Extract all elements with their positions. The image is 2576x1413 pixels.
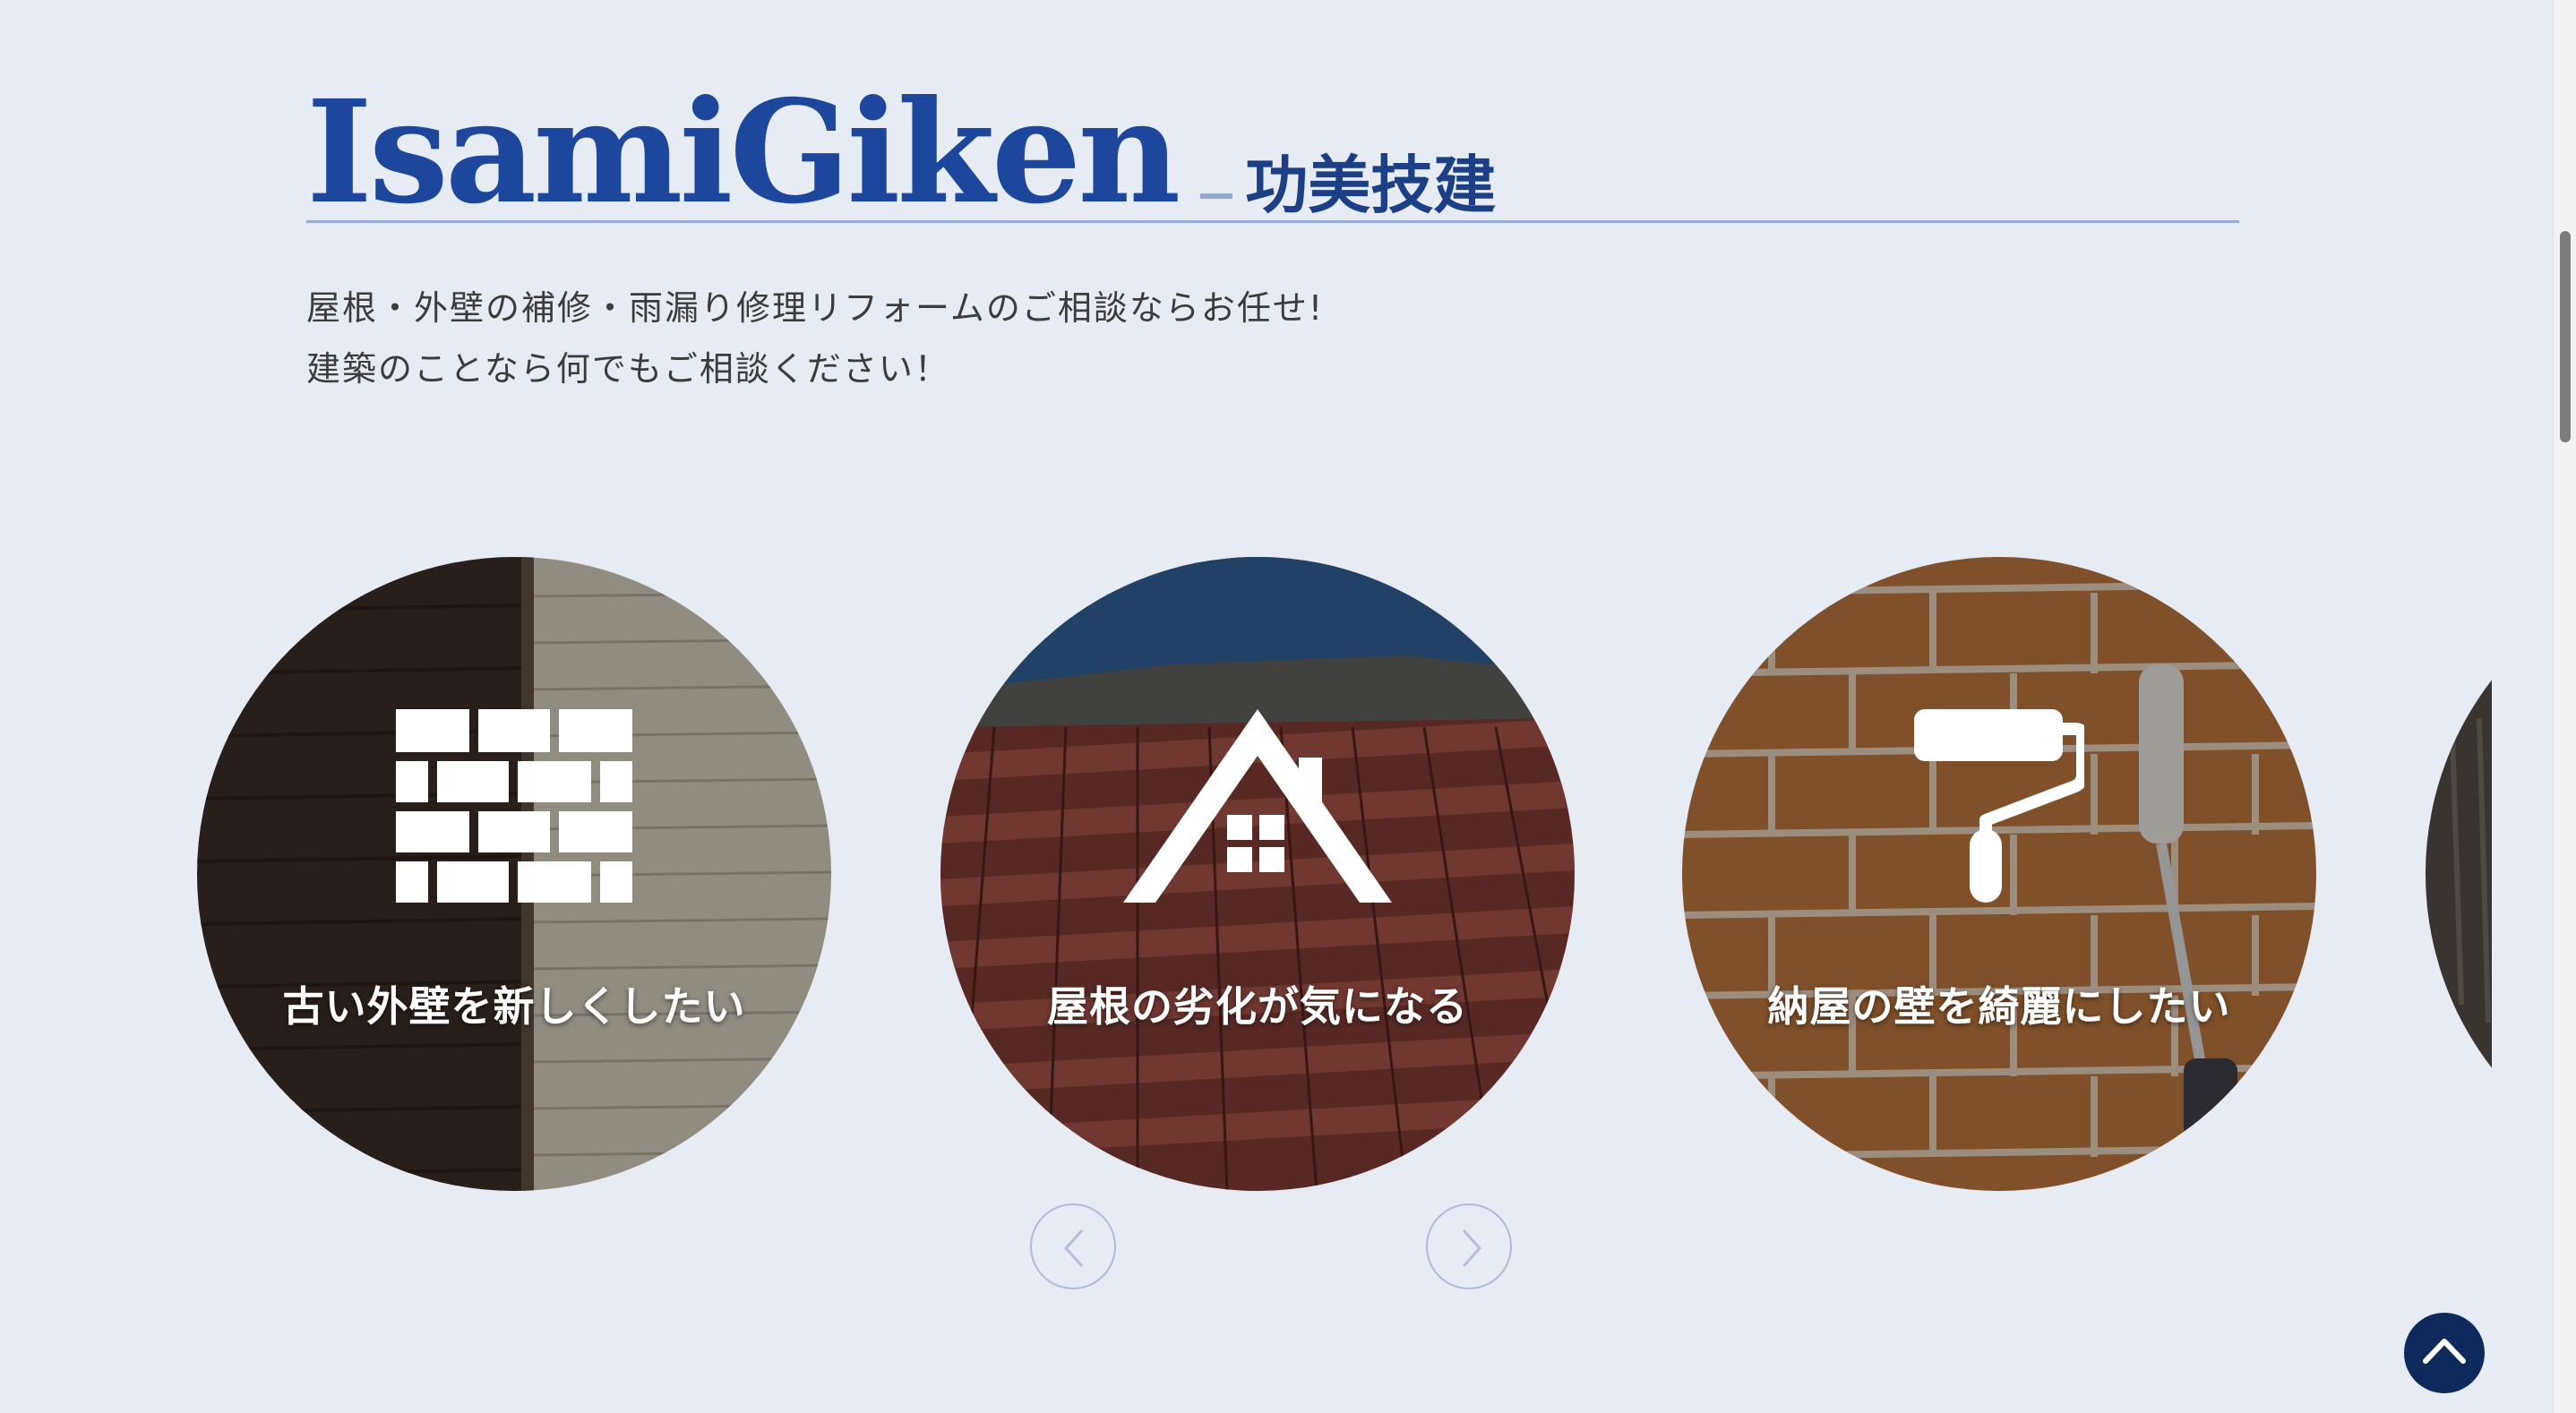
brand-separator	[1200, 193, 1233, 199]
tagline-line-2: 建築のことなら何でもご相談ください！	[306, 349, 950, 389]
tagline-line-1: 屋根・外壁の補修・雨漏り修理リフォームのご相談ならお任せ!	[306, 288, 1325, 328]
tagline: 屋根・外壁の補修・雨漏り修理リフォームのご相談ならお任せ! 建築のことなら何でも…	[306, 278, 1324, 399]
card-label: 古い外壁を新しくしたい	[282, 982, 746, 1031]
brand-name-en: IsamiGiken	[306, 70, 1181, 236]
back-to-top-button[interactable]	[2404, 1313, 2485, 1393]
carousel-next-button[interactable]	[1426, 1203, 1512, 1289]
card-overlay	[2426, 557, 2492, 1191]
carousel-card-roof[interactable]: 屋根の劣化が気になる	[940, 557, 1575, 1191]
carousel-card-exterior-wall[interactable]: 古い外壁を新しくしたい	[197, 557, 831, 1191]
site-logo[interactable]: IsamiGiken 功美技建	[306, 82, 1496, 224]
brand-name-jp: 功美技建	[1245, 148, 1497, 222]
card-label: 納屋の壁を綺麗にしたい	[1767, 982, 2231, 1031]
scrollbar-thumb[interactable]	[2560, 231, 2571, 442]
page: IsamiGiken 功美技建 屋根・外壁の補修・雨漏り修理リフォームのご相談な…	[0, 0, 2553, 1413]
carousel-card-barn-wall[interactable]: 納屋の壁を綺麗にしたい	[1682, 557, 2316, 1191]
vertical-scrollbar[interactable]	[2553, 0, 2576, 1413]
service-carousel: 古い外壁を新しくしたい 屋根の劣化が気になる 納屋の壁を綺麗にしたい	[197, 557, 2492, 1195]
brick-wall-icon	[396, 709, 632, 903]
card-label: 屋根の劣化が気になる	[1047, 982, 1468, 1031]
chevron-right-icon	[1462, 1229, 1482, 1268]
carousel-prev-button[interactable]	[1030, 1203, 1116, 1289]
carousel-card-partial[interactable]	[2426, 557, 2492, 1191]
paint-roller-icon	[1914, 709, 2084, 903]
header-divider	[306, 220, 2239, 223]
chevron-left-icon	[1063, 1229, 1084, 1268]
chevron-up-icon	[2423, 1339, 2466, 1364]
house-roof-icon	[1123, 709, 1392, 903]
